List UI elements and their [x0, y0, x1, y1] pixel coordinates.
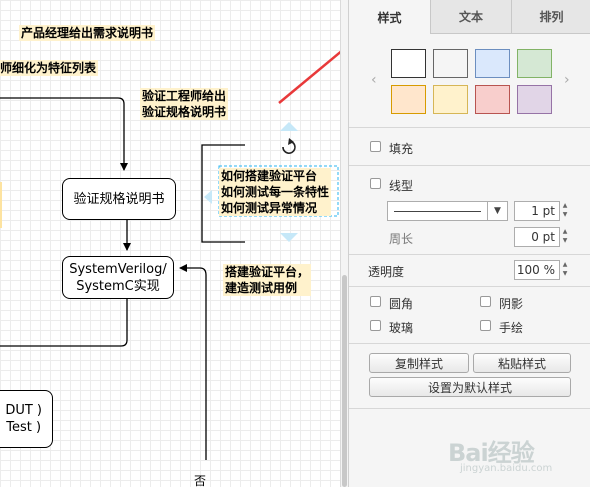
- set-default-style-button[interactable]: 设置为默认样式: [369, 377, 571, 397]
- line-width-stepper[interactable]: ▲ ▼: [560, 201, 570, 221]
- perimeter-label: 周长: [389, 232, 414, 246]
- perimeter-input[interactable]: 0 pt: [514, 227, 560, 247]
- chevron-down-icon[interactable]: ▼: [487, 202, 507, 220]
- copy-style-button[interactable]: 复制样式: [369, 353, 469, 373]
- tab-arrange[interactable]: 排列: [511, 0, 590, 34]
- note-verification-questions[interactable]: 如何搭建验证平台 如何测试每一条特性 如何测试异常情况: [219, 168, 332, 216]
- swatch-5[interactable]: [433, 85, 468, 114]
- swatch-7[interactable]: [517, 85, 552, 114]
- node-dut-test[interactable]: DUT ) Test ): [0, 390, 53, 448]
- fill-label: 填充: [389, 142, 414, 156]
- note-feature-list[interactable]: 师细化为特征列表: [0, 60, 99, 76]
- note-verify-engineer[interactable]: 验证工程师给出 验证规格说明书: [140, 88, 229, 120]
- shadow-checkbox[interactable]: [480, 296, 491, 307]
- handle-left[interactable]: [204, 190, 212, 204]
- line-label: 线型: [389, 179, 414, 193]
- handle-up[interactable]: [280, 122, 298, 131]
- opacity-input[interactable]: 100 %: [514, 260, 560, 280]
- line-style-select[interactable]: ▼: [387, 201, 508, 221]
- line-width-input[interactable]: 1 pt: [514, 201, 560, 221]
- canvas-vertical-scrollbar[interactable]: [340, 0, 348, 487]
- connector-impl-out[interactable]: [0, 298, 128, 347]
- glass-checkbox[interactable]: [370, 320, 381, 331]
- swatch-3[interactable]: [517, 49, 552, 78]
- swatch-2[interactable]: [475, 49, 510, 78]
- handle-down[interactable]: [280, 233, 298, 242]
- edge-label-no: 否: [194, 474, 207, 487]
- watermark-url: jingyan.baidu.com: [460, 463, 553, 474]
- rounded-checkbox[interactable]: [370, 296, 381, 307]
- swatch-4[interactable]: [391, 85, 426, 114]
- annotation-arrow: [278, 50, 340, 104]
- watermark: Bai经验 jingyan.baidu.com: [448, 433, 578, 479]
- swatch-prev-icon[interactable]: ‹: [371, 72, 377, 88]
- divider: [349, 254, 590, 255]
- sketch-checkbox[interactable]: [480, 320, 491, 331]
- tab-style[interactable]: 样式: [349, 0, 430, 34]
- divider: [349, 165, 590, 166]
- swatch-next-icon[interactable]: ›: [564, 72, 570, 88]
- node-verification-spec[interactable]: 验证规格说明书: [62, 178, 176, 220]
- divider: [349, 127, 590, 128]
- rotate-icon[interactable]: [282, 138, 296, 154]
- rounded-label: 圆角: [389, 297, 414, 311]
- shadow-label: 阴影: [499, 297, 524, 311]
- opacity-stepper[interactable]: ▲ ▼: [560, 260, 570, 280]
- note-build-platform[interactable]: 搭建验证平台， 建造测试用例: [223, 264, 312, 296]
- note-pm-requirement[interactable]: 产品经理给出需求说明书: [19, 25, 156, 41]
- sketch-label: 手绘: [499, 321, 524, 335]
- swatch-6[interactable]: [475, 85, 510, 114]
- diagram-canvas[interactable]: 产品经理给出需求说明书 师细化为特征列表 验证工程师给出 验证规格说明书 如何搭…: [0, 0, 340, 487]
- connector-no-loop[interactable]: [179, 264, 207, 460]
- divider: [349, 343, 590, 344]
- perimeter-stepper[interactable]: ▲ ▼: [560, 227, 570, 247]
- tab-text[interactable]: 文本: [430, 0, 511, 34]
- swatch-1[interactable]: [433, 49, 468, 78]
- paste-style-button[interactable]: 粘贴样式: [473, 353, 571, 373]
- swatch-0[interactable]: [391, 49, 426, 78]
- panel-tabs: 样式 文本 排列: [349, 0, 590, 34]
- line-style-preview: [394, 211, 481, 212]
- format-panel: 样式 文本 排列 ‹ › 填充 线型 ▼ 1 pt ▲ ▼ 周长 0 pt ▲ ▼ …: [348, 0, 590, 487]
- node-systemverilog-impl[interactable]: SystemVerilog/ SystemC实现: [62, 256, 174, 299]
- line-checkbox[interactable]: [370, 178, 381, 189]
- fill-checkbox[interactable]: [370, 141, 381, 152]
- style-swatches: ‹ ›: [349, 34, 590, 122]
- divider: [349, 286, 590, 287]
- glass-label: 玻璃: [389, 321, 414, 335]
- opacity-label: 透明度: [368, 265, 405, 279]
- divider: [349, 408, 590, 409]
- scrollbar-thumb[interactable]: [342, 275, 347, 487]
- partial-note-edge: [0, 182, 2, 228]
- connector-to-spec[interactable]: [0, 97, 128, 171]
